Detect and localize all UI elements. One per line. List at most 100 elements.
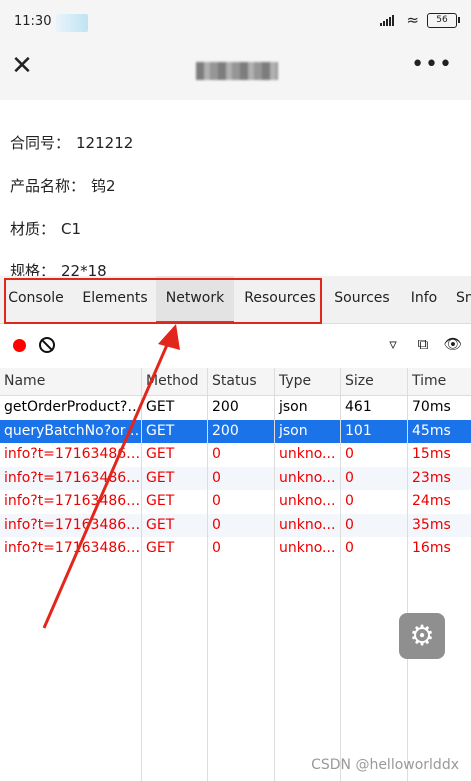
column-divider [207, 368, 208, 781]
eye-icon[interactable]: 👁 [443, 334, 463, 354]
cell-method: GET [146, 469, 175, 486]
more-icon[interactable]: ••• [411, 52, 453, 77]
page-title-blurred [196, 62, 278, 80]
cell-name: getOrderProduct?id... [4, 399, 142, 415]
cell-status: 0 [212, 516, 221, 533]
cell-method: GET [146, 446, 175, 462]
cell-status: 200 [212, 399, 239, 415]
column-divider [407, 368, 408, 781]
cell-size: 0 [345, 540, 354, 556]
column-header-name[interactable]: Name [0, 368, 142, 395]
devtools-tabs: Console Elements Network Resources Sourc… [0, 276, 471, 324]
cell-time: 16ms [412, 540, 451, 556]
tab-snippets[interactable]: Sn [456, 276, 471, 323]
field-value: 121212 [76, 134, 134, 152]
field-value: 钨2 [91, 177, 116, 195]
table-row[interactable]: info?t=171634864... GET 0 unkno... 0 16m… [0, 537, 471, 561]
cell-name: queryBatchNo?ord... [4, 422, 142, 439]
column-divider [274, 368, 275, 781]
copy-icon[interactable]: ⧉ [413, 334, 433, 354]
column-divider [141, 368, 142, 781]
cell-type: unkno... [279, 516, 336, 533]
clear-icon[interactable] [39, 337, 55, 353]
cell-size: 0 [345, 469, 354, 486]
field-product-name: 产品名称： 钨2 [10, 175, 116, 196]
battery-icon: 56 [427, 12, 460, 28]
field-label: 材质： [10, 220, 56, 238]
table-row[interactable]: getOrderProduct?id... GET 200 json 461 7… [0, 396, 471, 420]
cell-name: info?t=171634863... [4, 493, 142, 509]
cell-status: 0 [212, 469, 221, 486]
cell-time: 70ms [412, 399, 451, 415]
cell-status: 200 [212, 422, 239, 439]
cell-status: 0 [212, 446, 221, 462]
table-row[interactable]: info?t=171634864... GET 0 unkno... 0 35m… [0, 513, 471, 537]
column-header-status[interactable]: Status [208, 368, 275, 395]
network-table: Name Method Status Type Size Time getOrd… [0, 368, 471, 561]
tab-sources[interactable]: Sources [330, 276, 394, 323]
cell-name: info?t=171634863... [4, 446, 142, 462]
tab-resources[interactable]: Resources [238, 276, 322, 323]
cell-time: 35ms [412, 516, 451, 533]
record-icon[interactable] [13, 339, 26, 352]
devtools-panel: Console Elements Network Resources Sourc… [0, 276, 471, 781]
cell-type: unkno... [279, 540, 336, 556]
blurred-notification-icon [56, 14, 88, 32]
field-value: 22*18 [61, 262, 107, 276]
cell-size: 101 [345, 422, 372, 439]
cell-size: 0 [345, 446, 354, 462]
cell-name: info?t=171634864... [4, 516, 142, 533]
status-time: 11:30 [14, 14, 52, 29]
cell-type: unkno... [279, 493, 336, 509]
toolbar-right: ▿ ⧉ 👁 [383, 334, 463, 354]
field-spec: 规格： 22*18 [10, 260, 107, 276]
tab-elements[interactable]: Elements [76, 276, 154, 323]
network-toolbar: ▿ ⧉ 👁 [0, 324, 471, 369]
cell-size: 0 [345, 516, 354, 533]
table-row-selected[interactable]: queryBatchNo?ord... GET 200 json 101 45m… [0, 419, 471, 443]
tab-info[interactable]: Info [404, 276, 444, 323]
field-contract-no: 合同号： 121212 [10, 132, 133, 153]
cell-time: 24ms [412, 493, 451, 509]
field-label: 规格： [10, 262, 56, 276]
cell-status: 0 [212, 493, 221, 509]
cell-status: 0 [212, 540, 221, 556]
cell-type: json [279, 422, 308, 439]
settings-gear-icon[interactable]: ⚙ [399, 613, 445, 659]
table-row[interactable]: info?t=171634863... GET 0 unkno... 0 24m… [0, 490, 471, 514]
column-header-time[interactable]: Time [408, 368, 471, 395]
filter-icon[interactable]: ▿ [383, 334, 403, 354]
column-header-type[interactable]: Type [275, 368, 341, 395]
column-divider [340, 368, 341, 781]
cell-size: 461 [345, 399, 372, 415]
field-label: 产品名称： [10, 177, 86, 195]
field-material: 材质： C1 [10, 218, 81, 239]
cell-type: json [279, 399, 308, 415]
table-row[interactable]: info?t=171634863... GET 0 unkno... 0 15m… [0, 443, 471, 467]
cell-method: GET [146, 516, 175, 533]
column-header-method[interactable]: Method [142, 368, 208, 395]
column-header-size[interactable]: Size [341, 368, 408, 395]
tab-console[interactable]: Console [0, 276, 72, 323]
wifi-icon: ≈ [406, 11, 419, 29]
status-icons: ≈ 56 [380, 11, 460, 29]
cell-type: unkno... [279, 469, 336, 486]
cell-method: GET [146, 422, 175, 439]
nav-bar: ✕ ••• [0, 42, 471, 100]
table-row[interactable]: info?t=171634863... GET 0 unkno... 0 23m… [0, 466, 471, 490]
close-icon[interactable]: ✕ [10, 53, 34, 79]
tab-network[interactable]: Network [156, 276, 234, 323]
cell-type: unkno... [279, 446, 336, 462]
cell-method: GET [146, 540, 175, 556]
status-bar: 11:30 ≈ 56 [0, 0, 471, 42]
field-label: 合同号： [10, 134, 71, 152]
watermark: CSDN @helloworlddx [311, 757, 459, 773]
signal-icon [380, 14, 398, 26]
cell-time: 45ms [412, 422, 451, 439]
cell-method: GET [146, 493, 175, 509]
cell-name: info?t=171634864... [4, 540, 142, 556]
table-header: Name Method Status Type Size Time [0, 368, 471, 396]
page-content: 合同号： 121212 产品名称： 钨2 材质： C1 规格： 22*18 [0, 100, 471, 276]
cell-time: 23ms [412, 469, 451, 486]
cell-time: 15ms [412, 446, 451, 462]
